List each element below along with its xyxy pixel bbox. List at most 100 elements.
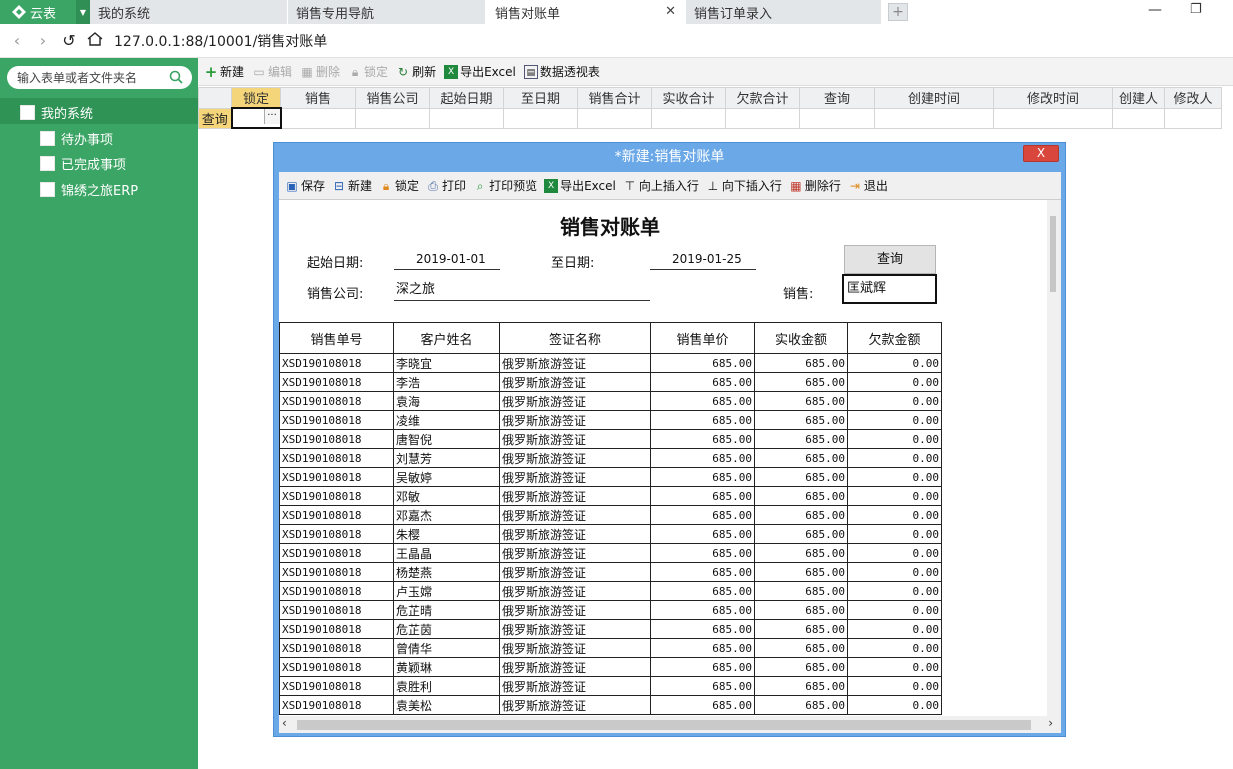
visa-name-cell[interactable]: 俄罗斯旅游签证 xyxy=(499,372,651,392)
received-amount-cell[interactable]: 685.00 xyxy=(754,581,848,601)
lock-button[interactable]: 🔒︎ 锁定 xyxy=(348,63,388,80)
grid-column-header[interactable]: 创建人 xyxy=(1112,87,1165,109)
grid-column-header[interactable]: 实收合计 xyxy=(651,87,726,109)
order-number-cell[interactable]: XSD190108018 xyxy=(279,467,394,487)
received-amount-cell[interactable]: 685.00 xyxy=(754,391,848,411)
grid-cell[interactable] xyxy=(280,107,356,129)
grid-cell[interactable] xyxy=(799,107,875,129)
order-number-cell[interactable]: XSD190108018 xyxy=(279,676,394,696)
sidebar-item-my-system[interactable]: 我的系统 xyxy=(20,103,93,122)
delete-row-button[interactable]: ▦ 删除行 xyxy=(789,177,841,194)
vertical-scroll-thumb[interactable] xyxy=(1050,216,1056,292)
sidebar-item-done[interactable]: 已完成事项 xyxy=(40,154,126,173)
sales-person-field[interactable]: 匡斌辉 xyxy=(842,274,937,304)
table-row[interactable]: XSD190108018 王晶晶 俄罗斯旅游签证 685.00 685.00 0.00 xyxy=(279,543,942,563)
visa-name-cell[interactable]: 俄罗斯旅游签证 xyxy=(499,467,651,487)
customer-name-cell[interactable]: 邓嘉杰 xyxy=(393,505,500,525)
table-row[interactable]: XSD190108018 曾倩华 俄罗斯旅游签证 685.00 685.00 0.00 xyxy=(279,638,942,658)
customer-name-cell[interactable]: 朱樱 xyxy=(393,524,500,544)
dialog-export-excel-button[interactable]: X 导出Excel xyxy=(544,177,616,194)
customer-name-cell[interactable]: 袁海 xyxy=(393,391,500,411)
dialog-close-button[interactable]: X xyxy=(1023,145,1059,162)
received-amount-cell[interactable]: 685.00 xyxy=(754,448,848,468)
customer-name-cell[interactable]: 李浩 xyxy=(393,372,500,392)
grid-column-header[interactable]: 至日期 xyxy=(503,87,578,109)
owed-amount-cell[interactable]: 0.00 xyxy=(847,372,942,392)
customer-name-cell[interactable]: 袁胜利 xyxy=(393,676,500,696)
visa-name-cell[interactable]: 俄罗斯旅游签证 xyxy=(499,429,651,449)
unit-price-cell[interactable]: 685.00 xyxy=(650,391,755,411)
exit-button[interactable]: ⇥ 退出 xyxy=(848,177,888,194)
received-amount-cell[interactable]: 685.00 xyxy=(754,600,848,620)
url-text[interactable]: 127.0.0.1:88/10001/销售对账单 xyxy=(114,31,327,51)
unit-price-cell[interactable]: 685.00 xyxy=(650,505,755,525)
scroll-right-icon[interactable]: › xyxy=(1048,716,1053,730)
unit-price-cell[interactable]: 685.00 xyxy=(650,448,755,468)
received-amount-cell[interactable]: 685.00 xyxy=(754,372,848,392)
order-number-cell[interactable]: XSD190108018 xyxy=(279,600,394,620)
table-row[interactable]: XSD190108018 黄颖琳 俄罗斯旅游签证 685.00 685.00 0.00 xyxy=(279,657,942,677)
grid-column-header[interactable]: 起始日期 xyxy=(429,87,504,109)
visa-name-cell[interactable]: 俄罗斯旅游签证 xyxy=(499,353,651,373)
grid-column-header[interactable]: 创建时间 xyxy=(874,87,994,109)
ellipsis-button[interactable]: ··· xyxy=(263,109,280,124)
received-amount-cell[interactable]: 685.00 xyxy=(754,638,848,658)
order-number-cell[interactable]: XSD190108018 xyxy=(279,524,394,544)
unit-price-cell[interactable]: 685.00 xyxy=(650,543,755,563)
unit-price-cell[interactable]: 685.00 xyxy=(650,486,755,506)
edit-button[interactable]: ▭ 编辑 xyxy=(252,63,292,80)
table-row[interactable]: XSD190108018 危芷晴 俄罗斯旅游签证 685.00 685.00 0.00 xyxy=(279,600,942,620)
owed-amount-cell[interactable]: 0.00 xyxy=(847,619,942,639)
new-button[interactable]: + 新建 xyxy=(204,63,244,80)
visa-name-cell[interactable]: 俄罗斯旅游签证 xyxy=(499,391,651,411)
customer-name-cell[interactable]: 袁美松 xyxy=(393,695,500,715)
grid-column-header[interactable]: 销售公司 xyxy=(355,87,430,109)
owed-amount-cell[interactable]: 0.00 xyxy=(847,448,942,468)
tab-close-icon[interactable]: ✕ xyxy=(665,4,676,19)
received-amount-cell[interactable]: 685.00 xyxy=(754,676,848,696)
customer-name-cell[interactable]: 卢玉嫦 xyxy=(393,581,500,601)
dialog-new-button[interactable]: ⊟ 新建 xyxy=(332,177,372,194)
visa-name-cell[interactable]: 俄罗斯旅游签证 xyxy=(499,695,651,715)
table-row[interactable]: XSD190108018 朱樱 俄罗斯旅游签证 685.00 685.00 0.00 xyxy=(279,524,942,544)
table-row[interactable]: XSD190108018 袁胜利 俄罗斯旅游签证 685.00 685.00 0.00 xyxy=(279,676,942,696)
dialog-title[interactable]: *新建:销售对账单 xyxy=(274,143,1065,172)
owed-amount-cell[interactable]: 0.00 xyxy=(847,676,942,696)
grid-cell[interactable] xyxy=(725,107,800,129)
sales-company-field[interactable]: 深之旅 xyxy=(394,281,650,301)
grid-cell[interactable] xyxy=(874,107,994,129)
minimize-icon[interactable]: — xyxy=(1148,2,1162,18)
unit-price-cell[interactable]: 685.00 xyxy=(650,581,755,601)
horizontal-scroll-thumb[interactable] xyxy=(297,720,1031,730)
grid-column-header[interactable]: 修改时间 xyxy=(993,87,1113,109)
customer-name-cell[interactable]: 邓敏 xyxy=(393,486,500,506)
customer-name-cell[interactable]: 王晶晶 xyxy=(393,543,500,563)
received-amount-cell[interactable]: 685.00 xyxy=(754,695,848,715)
owed-amount-cell[interactable]: 0.00 xyxy=(847,562,942,582)
pivot-table-button[interactable]: ▤ 数据透视表 xyxy=(523,63,600,80)
refresh-button[interactable]: ↻ 刷新 xyxy=(396,63,436,80)
received-amount-cell[interactable]: 685.00 xyxy=(754,543,848,563)
owed-amount-cell[interactable]: 0.00 xyxy=(847,600,942,620)
visa-name-cell[interactable]: 俄罗斯旅游签证 xyxy=(499,505,651,525)
grid-cell-active[interactable]: ··· xyxy=(230,107,282,129)
unit-price-cell[interactable]: 685.00 xyxy=(650,524,755,544)
owed-amount-cell[interactable]: 0.00 xyxy=(847,638,942,658)
grid-cell[interactable] xyxy=(577,107,652,129)
order-number-cell[interactable]: XSD190108018 xyxy=(279,619,394,639)
order-number-cell[interactable]: XSD190108018 xyxy=(279,505,394,525)
add-tab-icon[interactable]: + xyxy=(888,3,908,21)
customer-name-cell[interactable]: 刘慧芳 xyxy=(393,448,500,468)
table-row[interactable]: XSD190108018 邓敏 俄罗斯旅游签证 685.00 685.00 0.00 xyxy=(279,486,942,506)
table-row[interactable]: XSD190108018 袁海 俄罗斯旅游签证 685.00 685.00 0.00 xyxy=(279,391,942,411)
tab-sales-order-entry[interactable]: 销售订单录入 xyxy=(686,0,882,24)
unit-price-cell[interactable]: 685.00 xyxy=(650,372,755,392)
customer-name-cell[interactable]: 凌维 xyxy=(393,410,500,430)
restore-window-icon[interactable]: ❐ xyxy=(1190,2,1202,17)
print-button[interactable]: ⎙ 打印 xyxy=(426,177,466,194)
owed-amount-cell[interactable]: 0.00 xyxy=(847,486,942,506)
owed-amount-cell[interactable]: 0.00 xyxy=(847,581,942,601)
unit-price-cell[interactable]: 685.00 xyxy=(650,429,755,449)
received-amount-cell[interactable]: 685.00 xyxy=(754,524,848,544)
vertical-scrollbar[interactable] xyxy=(1047,200,1061,716)
